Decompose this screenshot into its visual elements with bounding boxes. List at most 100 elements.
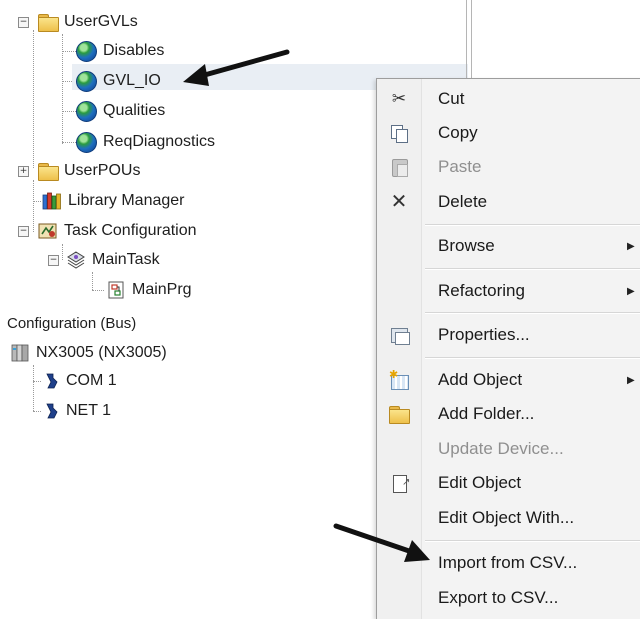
menu-item-label: Copy	[438, 123, 478, 142]
menu-separator	[425, 268, 640, 270]
gvl-globe-icon	[76, 100, 97, 122]
tree-connector	[62, 51, 76, 52]
task-icon	[66, 251, 86, 269]
menu-item-delete[interactable]: ✕ Delete	[377, 186, 640, 218]
tree-connector	[92, 272, 93, 290]
tree-item-net1[interactable]: NET 1	[44, 398, 111, 424]
section-heading: Configuration (Bus)	[7, 314, 137, 332]
annotation-arrow-gvl-io	[183, 49, 290, 86]
tree-item-label: COM 1	[66, 372, 117, 389]
menu-item-update-device[interactable]: Update Device...	[377, 433, 640, 465]
menu-item-browse[interactable]: Browse ▶	[377, 230, 640, 262]
menu-separator	[425, 540, 640, 542]
menu-item-edit-object[interactable]: ↗ Edit Object	[377, 467, 640, 499]
tree-item-nx3005[interactable]: NX3005 (NX3005)	[10, 340, 167, 366]
tree-item-label: ReqDiagnostics	[103, 133, 216, 150]
tree-item-disables[interactable]: Disables	[76, 38, 164, 64]
tree-item-label: NET 1	[66, 402, 112, 419]
tree-item-label: GVL_IO	[103, 72, 161, 89]
menu-item-label: Properties...	[438, 325, 530, 344]
tree-item-label: Qualities	[103, 102, 166, 119]
tree-connector	[62, 111, 76, 112]
annotation-arrow-import-csv	[333, 523, 430, 562]
menu-item-properties[interactable]: Properties...	[377, 319, 640, 351]
menu-separator	[425, 224, 640, 226]
library-icon	[42, 192, 62, 210]
menu-separator	[425, 357, 640, 359]
menu-item-label: Browse	[438, 236, 495, 255]
folder-icon	[389, 405, 410, 424]
port-icon	[44, 372, 60, 390]
menu-item-label: Update Device...	[438, 439, 564, 458]
gvl-globe-icon	[76, 131, 97, 153]
expand-toggle[interactable]: +	[18, 166, 29, 177]
submenu-arrow-icon: ▶	[627, 285, 635, 297]
device-icon	[10, 344, 30, 362]
tree-item-library-manager[interactable]: Library Manager	[42, 188, 185, 214]
menu-item-label: Delete	[438, 192, 488, 211]
menu-separator	[425, 312, 640, 314]
menu-item-export-to-csv[interactable]: Export to CSV...	[377, 582, 640, 614]
menu-item-label: Paste	[438, 157, 482, 176]
collapse-toggle[interactable]: −	[18, 226, 29, 237]
menu-item-label: Export to CSV...	[438, 588, 559, 607]
gvl-globe-icon	[76, 70, 97, 92]
properties-icon	[389, 325, 410, 345]
menu-item-copy[interactable]: Copy	[377, 117, 640, 149]
tree-connector	[33, 30, 34, 168]
menu-item-refactoring[interactable]: Refactoring ▶	[377, 275, 640, 307]
tree-connector	[33, 201, 41, 202]
folder-icon	[38, 162, 59, 181]
tree-item-userpous[interactable]: + UserPOUs	[18, 158, 140, 184]
tree-connector	[33, 381, 41, 382]
scissors-icon: ✂	[391, 89, 407, 108]
port-icon	[44, 402, 60, 420]
edit-object-icon: ↗	[389, 473, 410, 493]
task-configuration-icon	[38, 222, 58, 240]
tree-connector	[33, 411, 41, 412]
tree-connector	[33, 365, 34, 411]
tree-item-qualities[interactable]: Qualities	[76, 98, 165, 124]
menu-item-cut[interactable]: ✂ Cut	[377, 83, 640, 115]
paste-icon	[389, 157, 409, 177]
collapse-toggle[interactable]: −	[48, 255, 59, 266]
program-icon	[106, 281, 126, 299]
gvl-globe-icon	[76, 40, 97, 62]
tree-item-task-configuration[interactable]: − Task Configuration	[18, 218, 197, 244]
tree-section-configuration-bus: Configuration (Bus)	[7, 310, 136, 336]
menu-item-label: Edit Object With...	[438, 508, 575, 527]
tree-item-gvl-io[interactable]: GVL_IO	[76, 68, 161, 94]
folder-icon	[38, 13, 59, 32]
tree-connector	[62, 142, 76, 143]
pane-divider	[471, 0, 472, 90]
menu-item-label: Cut	[438, 89, 465, 108]
delete-x-icon: ✕	[390, 191, 408, 213]
tree-item-label: NX3005 (NX3005)	[36, 344, 167, 361]
tree-item-label: Disables	[103, 42, 165, 59]
tree-item-com1[interactable]: COM 1	[44, 368, 117, 394]
menu-item-label: Edit Object	[438, 473, 522, 492]
menu-item-label: Refactoring	[438, 281, 525, 300]
add-object-icon: ✱	[389, 370, 409, 390]
tree-item-label: Task Configuration	[64, 222, 197, 239]
tree-item-usergvls[interactable]: − UserGVLs	[18, 9, 138, 35]
menu-item-label: Import from CSV...	[438, 553, 578, 572]
tree-item-reqdiagnostics[interactable]: ReqDiagnostics	[76, 129, 215, 155]
collapse-toggle[interactable]: −	[18, 17, 29, 28]
tree-connector	[92, 290, 104, 291]
tree-item-label: Library Manager	[68, 192, 185, 209]
menu-item-label: Add Object	[438, 370, 523, 389]
tree-item-mainprg[interactable]: MainPrg	[106, 277, 192, 303]
menu-item-label: Add Folder...	[438, 404, 535, 423]
menu-item-add-object[interactable]: ✱ Add Object ▶	[377, 364, 640, 396]
tree-item-label: UserGVLs	[64, 13, 138, 30]
tree-item-label: MainTask	[92, 251, 160, 268]
submenu-arrow-icon: ▶	[627, 240, 635, 252]
tree-item-maintask[interactable]: − MainTask	[48, 247, 160, 273]
copy-icon	[389, 123, 409, 143]
tree-item-label: MainPrg	[132, 281, 192, 298]
menu-item-paste[interactable]: Paste	[377, 151, 640, 183]
submenu-arrow-icon: ▶	[627, 374, 635, 386]
pane-divider	[466, 0, 467, 90]
menu-item-add-folder[interactable]: Add Folder...	[377, 398, 640, 430]
